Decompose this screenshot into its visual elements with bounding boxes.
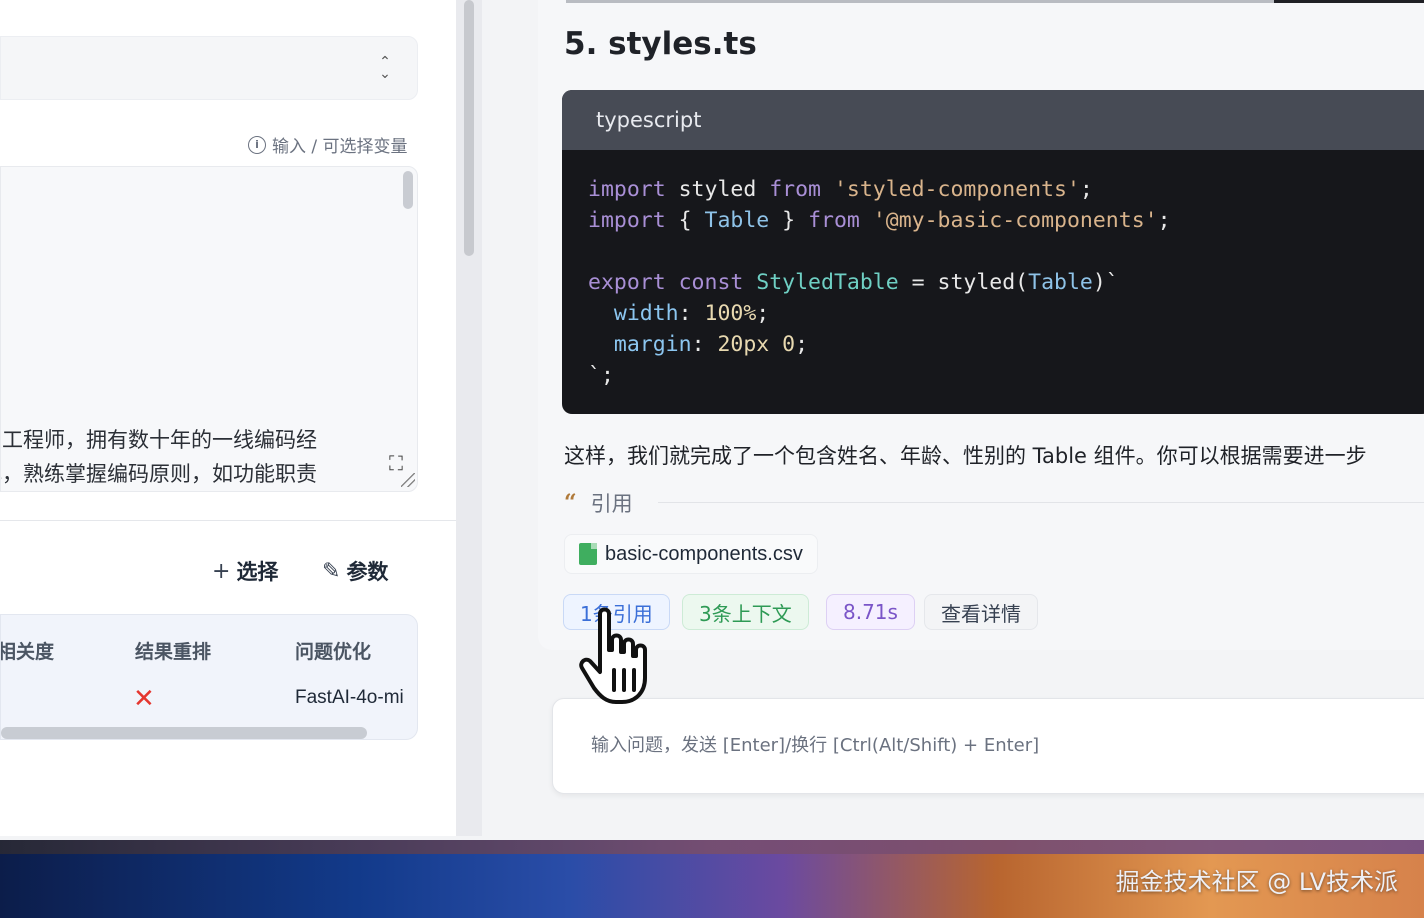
prompt-line: 发工程师，拥有数十年的一线编码经 bbox=[0, 428, 317, 452]
code-token: )` bbox=[1092, 270, 1119, 295]
code-token: : bbox=[678, 301, 705, 326]
code-token: StyledTable bbox=[756, 270, 899, 295]
info-icon: i bbox=[248, 135, 266, 154]
hand-cursor-icon bbox=[579, 607, 647, 704]
code-token: from bbox=[808, 208, 873, 233]
view-details-button[interactable]: 查看详情 bbox=[924, 594, 1038, 630]
rerank-disabled-icon: ✕ bbox=[133, 683, 155, 713]
panel-scrollbar[interactable] bbox=[464, 0, 474, 256]
section-heading: 5. styles.ts bbox=[564, 26, 757, 62]
table-header-rerank: 结果重排 bbox=[135, 641, 212, 663]
code-token: ; bbox=[795, 332, 809, 357]
code-token: ; bbox=[1157, 208, 1171, 233]
source-file-chip[interactable]: basic-components.csv bbox=[564, 534, 818, 574]
code-line: width: 100%; bbox=[588, 298, 1424, 329]
code-token: import bbox=[588, 208, 679, 233]
quote-icon: “ bbox=[564, 490, 577, 516]
config-panel: ⌃ ⌄ i 输入 / 可选择变量 发工程师，拥有数十年的一线编码经 解，熟练掌握编… bbox=[0, 0, 456, 836]
code-line: margin: 20px 0; bbox=[588, 329, 1424, 360]
plus-icon: + bbox=[212, 558, 231, 584]
code-token: Table bbox=[1028, 270, 1093, 295]
app-window: ⌃ ⌄ i 输入 / 可选择变量 发工程师，拥有数十年的一线编码经 解，熟练掌握编… bbox=[0, 0, 1424, 840]
optimize-model-value: FastAI-4o-mi bbox=[295, 687, 404, 708]
previous-block-edge bbox=[566, 0, 1424, 3]
quote-label: 引用 bbox=[590, 492, 633, 516]
csv-file-icon bbox=[579, 543, 597, 565]
code-token: export bbox=[588, 270, 679, 295]
code-token: : bbox=[691, 332, 718, 357]
chat-input-box[interactable] bbox=[552, 698, 1424, 794]
search-params-table: 相关度 结果重排 问题优化 ✕ FastAI-4o-mi bbox=[0, 614, 418, 740]
code-block: typescript import styled from 'styled-co… bbox=[562, 90, 1424, 414]
code-line: import styled from 'styled-components'; bbox=[588, 174, 1424, 205]
prompt-line: 解，熟练掌握编码原则，如功能职责 bbox=[0, 462, 317, 486]
system-prompt-textarea[interactable]: 发工程师，拥有数十年的一线编码经 解，熟练掌握编码原则，如功能职责 ⛶ bbox=[0, 166, 418, 492]
code-token: const bbox=[678, 270, 757, 295]
code-content: import styled from 'styled-components'; i… bbox=[562, 150, 1424, 391]
code-token: 'styled-components' bbox=[833, 177, 1080, 202]
code-token: ; bbox=[1079, 177, 1093, 202]
code-token: } bbox=[769, 208, 809, 233]
table-header-relevance: 相关度 bbox=[0, 641, 55, 663]
quote-section-header: “ 引用 bbox=[564, 488, 633, 518]
resize-handle-icon[interactable] bbox=[401, 473, 415, 487]
select-label: 选择 bbox=[236, 560, 279, 584]
context-count-tag[interactable]: 3条上下文 bbox=[682, 594, 809, 630]
code-language-label: typescript bbox=[562, 90, 1424, 150]
code-token: styled bbox=[678, 177, 770, 202]
table-horizontal-scrollbar[interactable] bbox=[1, 727, 367, 739]
source-file-name: basic-components.csv bbox=[605, 542, 803, 565]
watermark-text: 掘金技术社区 @ LV技术派 bbox=[1115, 868, 1398, 896]
answer-paragraph: 这样，我们就完成了一个包含姓名、年龄、性别的 Table 组件。你可以根据需要进… bbox=[564, 444, 1367, 468]
params-button[interactable]: ✎ 参数 bbox=[322, 556, 388, 586]
code-token: '@my-basic-components' bbox=[872, 208, 1158, 233]
quote-divider bbox=[658, 502, 1424, 503]
code-token: width bbox=[613, 301, 679, 326]
code-token: import bbox=[588, 177, 679, 202]
chat-input[interactable] bbox=[591, 735, 1411, 756]
code-line: import { Table } from '@my-basic-compone… bbox=[588, 205, 1424, 236]
code-line: export const StyledTable = styled(Table)… bbox=[588, 267, 1424, 298]
model-select[interactable]: ⌃ ⌄ bbox=[0, 36, 418, 100]
updown-chevron-icon: ⌃ ⌄ bbox=[379, 53, 391, 81]
table-header-optimize: 问题优化 bbox=[295, 641, 372, 663]
response-time-tag: 8.71s bbox=[826, 594, 915, 630]
select-dataset-button[interactable]: + 选择 bbox=[212, 556, 278, 586]
code-line: `; bbox=[588, 360, 1424, 391]
prompt-text: 发工程师，拥有数十年的一线编码经 解，熟练掌握编码原则，如功能职责 bbox=[0, 423, 361, 491]
prompt-hint-text: 输入 / 可选择变量 bbox=[272, 137, 408, 157]
code-token: margin bbox=[613, 332, 692, 357]
section-divider bbox=[0, 520, 456, 521]
code-token: 20px 0 bbox=[717, 332, 796, 357]
code-token: `; bbox=[588, 363, 614, 388]
params-label: 参数 bbox=[346, 560, 389, 584]
code-token: = styled( bbox=[898, 270, 1029, 295]
code-token: Table bbox=[704, 208, 770, 233]
prompt-scrollbar[interactable] bbox=[403, 171, 413, 209]
code-token: from bbox=[769, 177, 834, 202]
edit-icon: ✎ bbox=[322, 558, 341, 584]
prompt-hint: i 输入 / 可选择变量 bbox=[248, 132, 408, 157]
code-token: ; bbox=[756, 301, 770, 326]
code-token: 100% bbox=[704, 301, 757, 326]
code-token: { bbox=[678, 208, 705, 233]
